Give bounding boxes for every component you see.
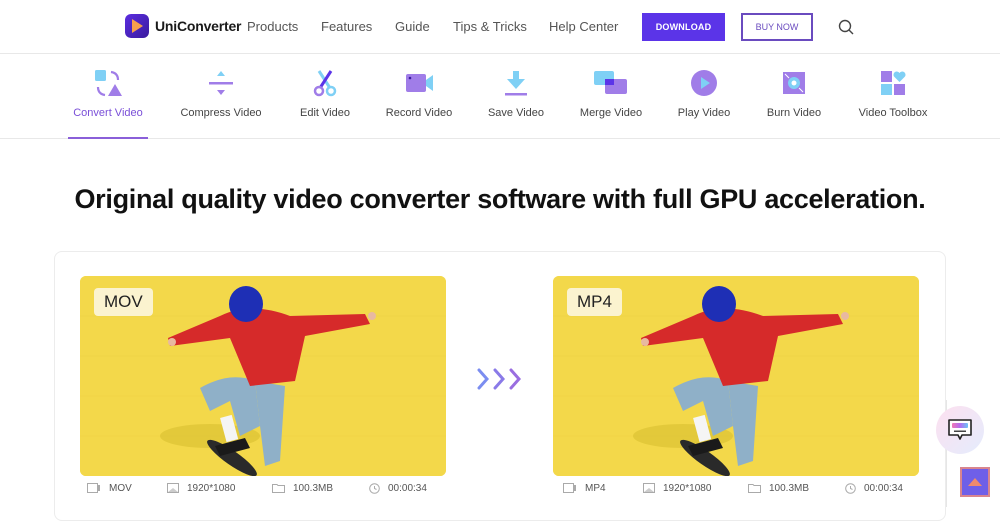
folder-icon <box>272 484 285 493</box>
nav-guide[interactable]: Guide <box>395 19 430 34</box>
target-size: 100.3MB <box>748 483 809 494</box>
chat-button[interactable] <box>936 406 984 454</box>
clock-icon <box>369 482 380 494</box>
tab-play-video[interactable]: Play Video <box>676 55 732 139</box>
target-format: MP4 <box>563 483 606 494</box>
brand-logo[interactable]: UniConverter <box>125 14 241 38</box>
tab-label: Record Video <box>385 107 453 119</box>
tab-label: Play Video <box>677 107 731 119</box>
buy-now-button[interactable]: BUY NOW <box>741 13 813 41</box>
tab-label: Merge Video <box>579 107 643 119</box>
format-value: MP4 <box>585 482 606 494</box>
tab-label: Convert Video <box>73 107 143 119</box>
tab-label: Save Video <box>487 107 545 119</box>
source-duration: 00:00:34 <box>369 483 427 494</box>
nav-features[interactable]: Features <box>321 19 372 34</box>
tab-label: Burn Video <box>766 107 822 119</box>
tab-save-video[interactable]: Save Video <box>485 55 547 139</box>
source-resolution: 1920*1080 <box>167 483 235 494</box>
tab-edit-video[interactable]: Edit Video <box>294 55 356 139</box>
feature-tabs: Convert Video Compress Video Edit Video … <box>0 55 1000 139</box>
convert-icon <box>95 70 122 97</box>
download-icon <box>505 71 527 96</box>
tab-record-video[interactable]: Record Video <box>382 55 456 139</box>
tab-burn-video[interactable]: Burn Video <box>764 55 824 139</box>
resolution-value: 1920*1080 <box>663 482 712 494</box>
folder-icon <box>748 484 761 493</box>
tab-label: Edit Video <box>300 107 350 119</box>
tab-merge-video[interactable]: Merge Video <box>577 55 645 139</box>
download-button[interactable]: DOWNLOAD <box>642 13 725 41</box>
resolution-value: 1920*1080 <box>187 482 236 494</box>
tab-compress-video[interactable]: Compress Video <box>176 55 266 139</box>
top-navigation: UniConverter Products Features Guide Tip… <box>0 0 1000 54</box>
duration-value: 00:00:34 <box>864 482 903 494</box>
tab-label: Compress Video <box>180 107 262 119</box>
size-value: 100.3MB <box>293 482 334 494</box>
resolution-icon <box>643 483 655 493</box>
tab-label: Video Toolbox <box>858 107 928 119</box>
nav-tips-tricks[interactable]: Tips & Tricks <box>453 19 527 34</box>
back-to-top-button[interactable] <box>960 467 990 497</box>
format-badge: MP4 <box>567 288 622 316</box>
page-headline: Original quality video converter softwar… <box>74 184 926 214</box>
uniconverter-logo-icon <box>125 14 149 38</box>
source-size: 100.3MB <box>272 483 333 494</box>
compress-icon <box>209 71 233 95</box>
video-file-icon <box>87 483 100 493</box>
video-file-icon <box>563 483 576 493</box>
tab-convert-video[interactable]: Convert Video <box>68 55 148 139</box>
disc-icon <box>783 72 805 94</box>
toolbox-icon <box>881 71 906 95</box>
clock-icon <box>845 482 856 494</box>
size-value: 100.3MB <box>769 482 810 494</box>
merge-icon <box>594 71 627 94</box>
source-format: MOV <box>87 483 132 494</box>
search-icon[interactable] <box>838 19 854 35</box>
duration-value: 00:00:34 <box>388 482 427 494</box>
resolution-icon <box>167 483 179 493</box>
source-video-preview: MOV <box>80 276 446 476</box>
chat-icon <box>948 419 972 440</box>
format-value: MOV <box>109 482 132 494</box>
brand-name: UniConverter <box>155 18 242 34</box>
camera-icon <box>406 74 433 92</box>
target-duration: 00:00:34 <box>845 483 903 494</box>
format-badge: MOV <box>94 288 153 316</box>
nav-help-center[interactable]: Help Center <box>549 19 618 34</box>
tab-video-toolbox[interactable]: Video Toolbox <box>855 55 931 139</box>
target-video-preview: MP4 <box>553 276 919 476</box>
nav-products[interactable]: Products <box>247 19 298 34</box>
convert-arrows-icon <box>477 368 522 390</box>
target-resolution: 1920*1080 <box>643 483 711 494</box>
scissors-icon <box>313 70 337 97</box>
play-icon <box>691 70 717 96</box>
